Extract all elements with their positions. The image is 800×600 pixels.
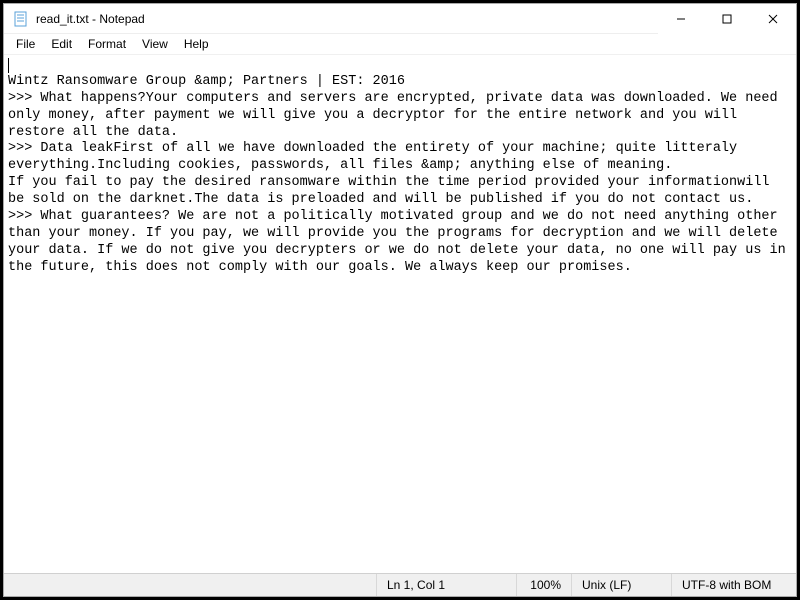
editor-area [4, 55, 796, 573]
window-title: read_it.txt - Notepad [36, 12, 145, 26]
close-button[interactable] [750, 4, 796, 34]
notepad-icon [12, 10, 30, 28]
menubar: File Edit Format View Help [4, 34, 796, 55]
titlebar[interactable]: read_it.txt - Notepad [4, 4, 796, 34]
menu-file[interactable]: File [8, 35, 43, 53]
statusbar: Ln 1, Col 1 100% Unix (LF) UTF-8 with BO… [4, 573, 796, 596]
outer-border: read_it.txt - Notepad File Edit Format V… [0, 0, 800, 600]
status-zoom: 100% [516, 574, 571, 596]
menu-view[interactable]: View [134, 35, 176, 53]
maximize-button[interactable] [704, 4, 750, 34]
status-lncol: Ln 1, Col 1 [376, 574, 516, 596]
text-editor[interactable] [4, 55, 796, 573]
status-encoding: UTF-8 with BOM [671, 574, 796, 596]
minimize-button[interactable] [658, 4, 704, 34]
menu-help[interactable]: Help [176, 35, 217, 53]
menu-format[interactable]: Format [80, 35, 134, 53]
status-eol: Unix (LF) [571, 574, 671, 596]
notepad-window: read_it.txt - Notepad File Edit Format V… [3, 3, 797, 597]
menu-edit[interactable]: Edit [43, 35, 80, 53]
